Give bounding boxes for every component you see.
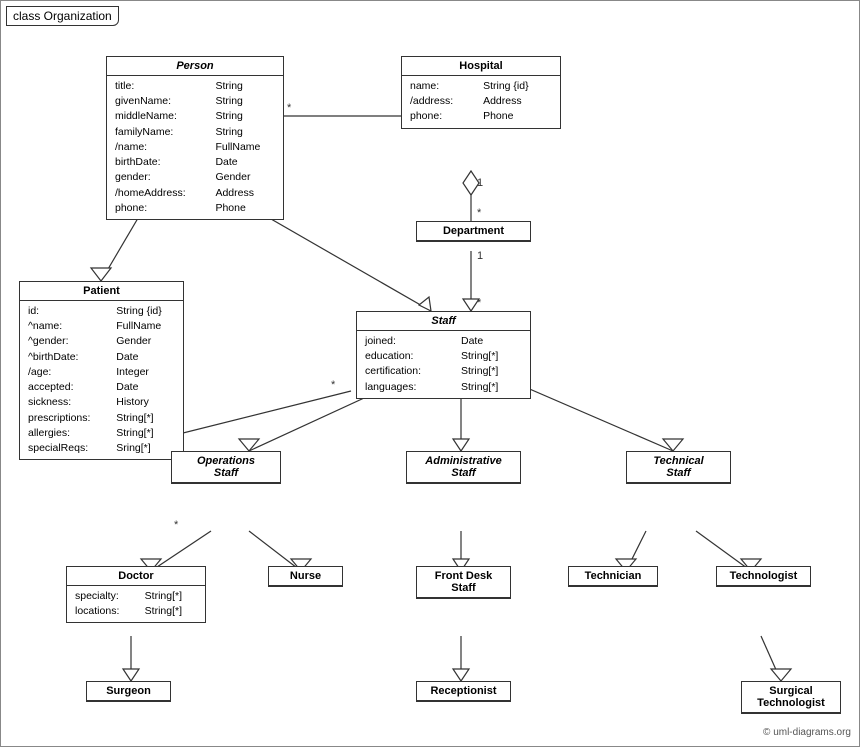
department-header: Department bbox=[417, 222, 530, 241]
person-box: Person title:String givenName:String mid… bbox=[106, 56, 284, 220]
staff-box: Staff joined:Date education:String[*] ce… bbox=[356, 311, 531, 399]
nurse-header: Nurse bbox=[269, 567, 342, 586]
receptionist-header: Receptionist bbox=[417, 682, 510, 701]
person-header: Person bbox=[107, 57, 283, 76]
person-body: title:String givenName:String middleName… bbox=[107, 76, 283, 219]
surgeon-header: Surgeon bbox=[87, 682, 170, 701]
hospital-box: Hospital name:String {id} /address:Addre… bbox=[401, 56, 561, 129]
svg-text:1: 1 bbox=[477, 177, 483, 189]
patient-header: Patient bbox=[20, 282, 183, 301]
diagram-title: class Organization bbox=[6, 6, 119, 26]
surgical-technologist-header: SurgicalTechnologist bbox=[742, 682, 840, 713]
surgical-technologist-box: SurgicalTechnologist bbox=[741, 681, 841, 714]
operations-staff-header: OperationsStaff bbox=[172, 452, 280, 483]
operations-staff-box: OperationsStaff bbox=[171, 451, 281, 484]
nurse-box: Nurse bbox=[268, 566, 343, 587]
svg-text:*: * bbox=[477, 207, 482, 219]
administrative-staff-header: AdministrativeStaff bbox=[407, 452, 520, 483]
technician-header: Technician bbox=[569, 567, 657, 586]
svg-text:*: * bbox=[331, 379, 336, 391]
svg-text:*: * bbox=[477, 297, 482, 309]
receptionist-box: Receptionist bbox=[416, 681, 511, 702]
svg-text:1: 1 bbox=[477, 250, 483, 262]
technologist-box: Technologist bbox=[716, 566, 811, 587]
staff-header: Staff bbox=[357, 312, 530, 331]
technical-staff-header: TechnicalStaff bbox=[627, 452, 730, 483]
doctor-header: Doctor bbox=[67, 567, 205, 586]
surgeon-box: Surgeon bbox=[86, 681, 171, 702]
doctor-body: specialty:String[*] locations:String[*] bbox=[67, 586, 205, 622]
front-desk-staff-box: Front DeskStaff bbox=[416, 566, 511, 599]
hospital-header: Hospital bbox=[402, 57, 560, 76]
staff-body: joined:Date education:String[*] certific… bbox=[357, 331, 530, 398]
svg-text:*: * bbox=[174, 519, 179, 531]
copyright: © uml-diagrams.org bbox=[763, 727, 851, 738]
svg-text:*: * bbox=[287, 102, 292, 114]
administrative-staff-box: AdministrativeStaff bbox=[406, 451, 521, 484]
diagram-container: class Organization * 1 * 1 * * * bbox=[0, 0, 860, 747]
department-box: Department bbox=[416, 221, 531, 242]
doctor-box: Doctor specialty:String[*] locations:Str… bbox=[66, 566, 206, 623]
front-desk-staff-header: Front DeskStaff bbox=[417, 567, 510, 598]
technologist-header: Technologist bbox=[717, 567, 810, 586]
technician-box: Technician bbox=[568, 566, 658, 587]
patient-body: id:String {id} ^name:FullName ^gender:Ge… bbox=[20, 301, 183, 459]
patient-box: Patient id:String {id} ^name:FullName ^g… bbox=[19, 281, 184, 460]
technical-staff-box: TechnicalStaff bbox=[626, 451, 731, 484]
hospital-body: name:String {id} /address:Address phone:… bbox=[402, 76, 560, 128]
